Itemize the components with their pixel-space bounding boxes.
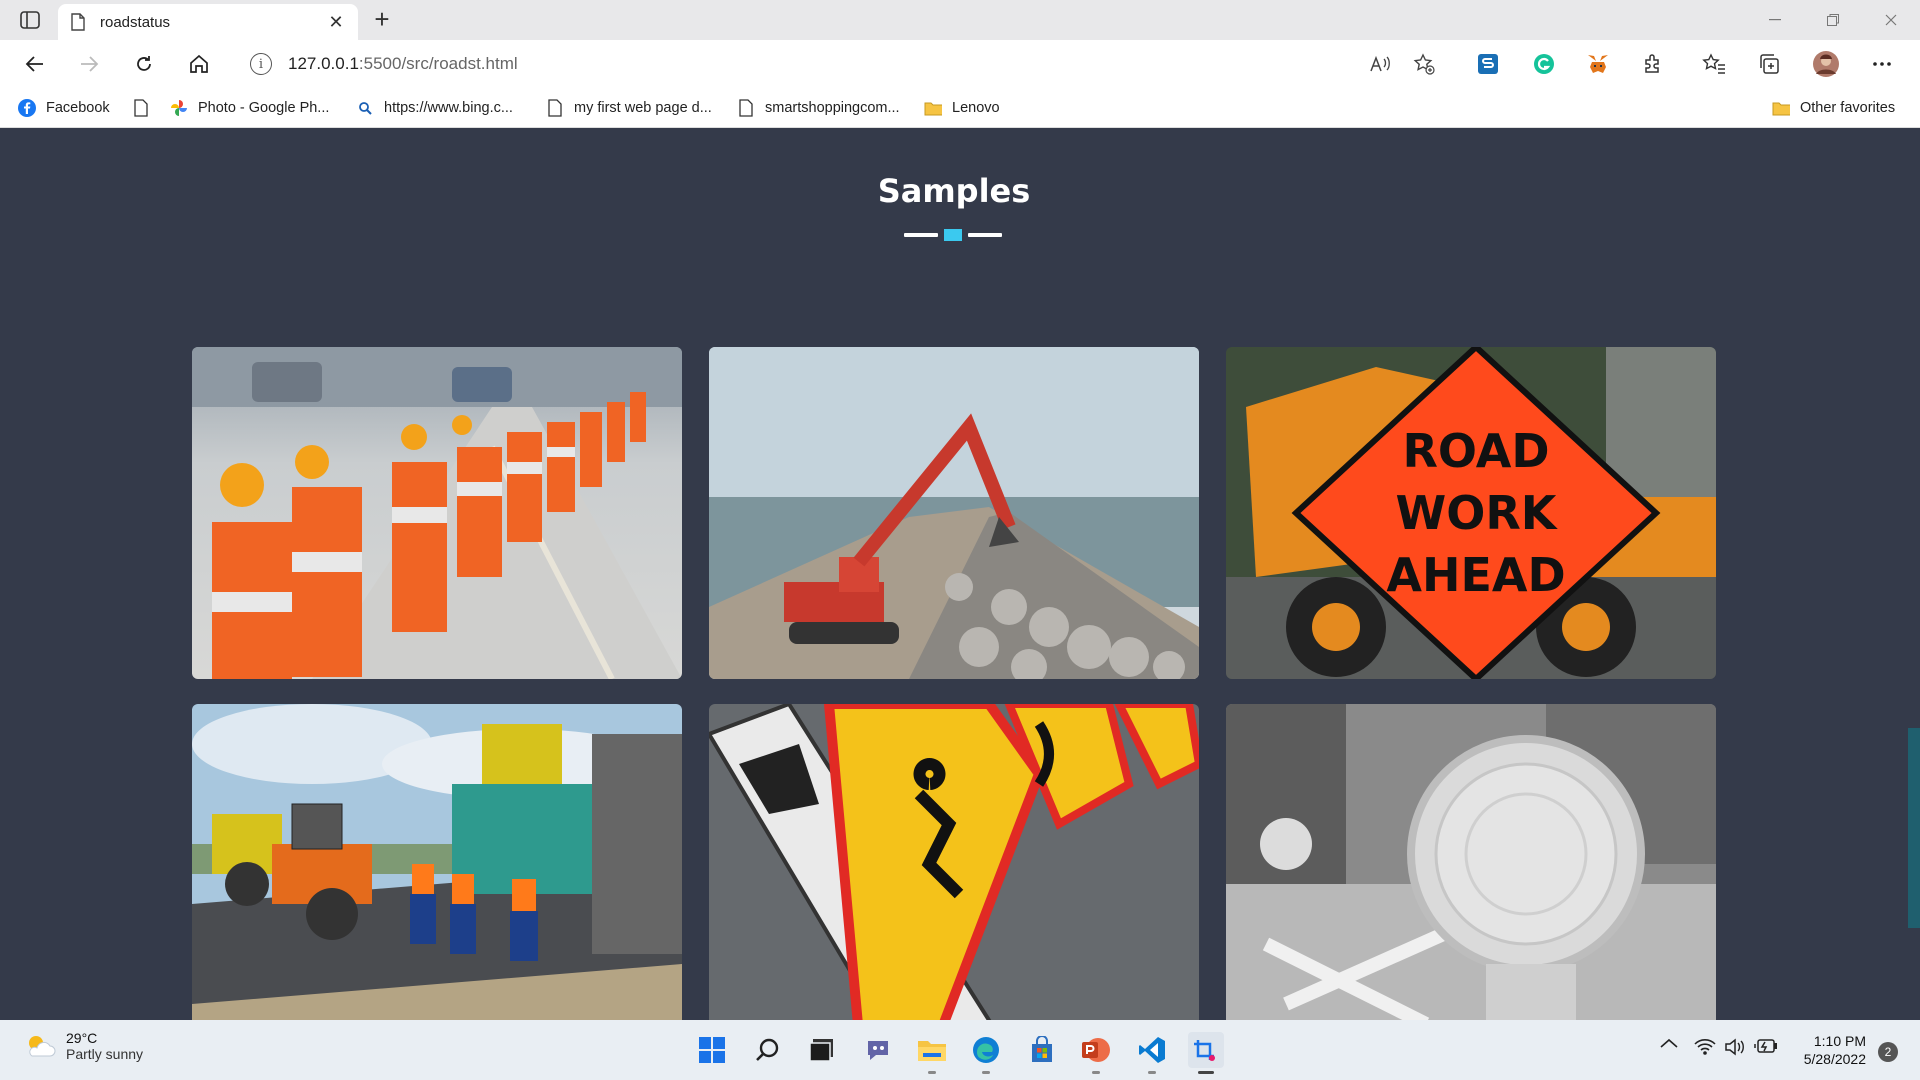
metamask-icon[interactable] xyxy=(1582,48,1614,80)
gallery-image-paving-crew[interactable] xyxy=(192,704,682,1020)
favorite-google-photos[interactable]: Photo - Google Ph... xyxy=(170,96,329,120)
extensions-icon[interactable] xyxy=(1637,48,1669,80)
profile-avatar[interactable] xyxy=(1810,48,1842,80)
read-aloud-icon[interactable] xyxy=(1364,48,1396,80)
favorites-icon[interactable] xyxy=(1698,48,1730,80)
close-tab-icon[interactable]: ✕ xyxy=(326,12,346,33)
show-hidden-icons-icon[interactable] xyxy=(1660,1038,1678,1048)
powerpoint-icon[interactable] xyxy=(1078,1032,1114,1074)
weather-widget[interactable]: 29°C Partly sunny xyxy=(24,1030,143,1062)
restore-icon[interactable] xyxy=(1804,0,1862,40)
search-icon[interactable] xyxy=(750,1032,786,1068)
edge-icon[interactable] xyxy=(968,1032,1004,1074)
page-icon xyxy=(546,99,564,117)
sign-line-1: ROAD xyxy=(1402,424,1549,478)
browser-toolbar: i 127.0.0.1:5500/src/roadst.html xyxy=(0,40,1920,116)
back-icon[interactable] xyxy=(18,48,52,80)
clock-date: 5/28/2022 xyxy=(1803,1051,1866,1067)
notification-badge[interactable]: 2 xyxy=(1878,1042,1898,1062)
minimize-icon[interactable] xyxy=(1746,0,1804,40)
site-info-icon[interactable]: i xyxy=(250,53,272,75)
weather-condition: Partly sunny xyxy=(66,1046,144,1062)
page-content: Samples ROAD WORK AHEAD xyxy=(0,128,1908,1020)
battery-icon[interactable] xyxy=(1754,1038,1778,1054)
gallery-image-road-work-ahead[interactable]: ROAD WORK AHEAD xyxy=(1226,347,1716,679)
title-divider xyxy=(904,229,1002,241)
tab-bar: roadstatus ✕ + xyxy=(0,0,1920,40)
extension-s-icon[interactable] xyxy=(1472,48,1504,80)
favorite-folder-lenovo[interactable]: Lenovo xyxy=(924,96,1000,120)
page-scrollbar-thumb[interactable] xyxy=(1908,728,1920,928)
folder-icon xyxy=(924,99,942,117)
facebook-icon xyxy=(18,99,36,117)
volume-icon[interactable] xyxy=(1724,1038,1746,1056)
taskbar-clock[interactable]: 1:10 PM 5/28/2022 xyxy=(1804,1032,1866,1068)
tab-roadstatus[interactable]: roadstatus ✕ xyxy=(58,4,358,40)
file-explorer-icon[interactable] xyxy=(914,1032,950,1074)
favorite-page[interactable] xyxy=(132,96,160,120)
taskbar: 29°C Partly sunny 1:10 PM 5/28/2022 2 xyxy=(0,1020,1920,1080)
start-icon[interactable] xyxy=(694,1032,730,1068)
task-view-icon[interactable] xyxy=(804,1032,840,1068)
address-bar[interactable]: i 127.0.0.1:5500/src/roadst.html xyxy=(236,46,1454,82)
favorite-facebook[interactable]: Facebook xyxy=(18,96,110,120)
tab-actions-icon[interactable] xyxy=(16,8,44,32)
weather-temperature: 29°C xyxy=(66,1030,98,1046)
other-favorites[interactable]: Other favorites xyxy=(1772,96,1895,120)
gallery-image-barricade-light[interactable] xyxy=(1226,704,1716,1020)
home-icon[interactable] xyxy=(182,48,216,80)
favorite-bing[interactable]: https://www.bing.c... xyxy=(356,96,513,120)
refresh-icon[interactable] xyxy=(127,48,161,80)
new-tab-button[interactable]: + xyxy=(368,6,396,34)
tab-title: roadstatus xyxy=(100,13,171,31)
favorite-smartshopping[interactable]: smartshoppingcom... xyxy=(737,96,900,120)
teams-chat-icon[interactable] xyxy=(860,1032,896,1068)
collections-icon[interactable] xyxy=(1754,48,1786,80)
favorites-bar: Facebook Photo - Google Ph... https://ww… xyxy=(0,88,1920,128)
gallery-image-excavator[interactable] xyxy=(709,347,1199,679)
google-photos-icon xyxy=(170,99,188,117)
more-icon[interactable] xyxy=(1866,48,1898,80)
page-icon xyxy=(737,99,755,117)
gallery-image-traffic-barrels[interactable] xyxy=(192,347,682,679)
partly-sunny-icon xyxy=(29,1036,56,1057)
clock-time: 1:10 PM xyxy=(1813,1033,1866,1049)
gallery-image-warning-signs[interactable] xyxy=(709,704,1199,1020)
microsoft-store-icon[interactable] xyxy=(1024,1032,1060,1068)
folder-icon xyxy=(1772,99,1790,117)
page-icon xyxy=(71,13,85,31)
close-window-icon[interactable] xyxy=(1862,0,1920,40)
page-icon xyxy=(132,99,150,117)
sign-line-3: AHEAD xyxy=(1386,548,1565,602)
sign-line-2: WORK xyxy=(1396,486,1559,540)
vscode-icon[interactable] xyxy=(1134,1032,1170,1074)
forward-icon[interactable] xyxy=(72,48,106,80)
wifi-icon[interactable] xyxy=(1694,1038,1716,1056)
add-favorite-icon[interactable] xyxy=(1408,48,1440,80)
favorite-first-web-page[interactable]: my first web page d... xyxy=(546,96,712,120)
section-title: Samples xyxy=(877,172,1031,210)
url-text[interactable]: 127.0.0.1:5500/src/roadst.html xyxy=(288,54,518,74)
grammarly-icon[interactable] xyxy=(1528,48,1560,80)
search-icon xyxy=(356,99,374,117)
snipping-tool-icon[interactable] xyxy=(1188,1032,1224,1074)
